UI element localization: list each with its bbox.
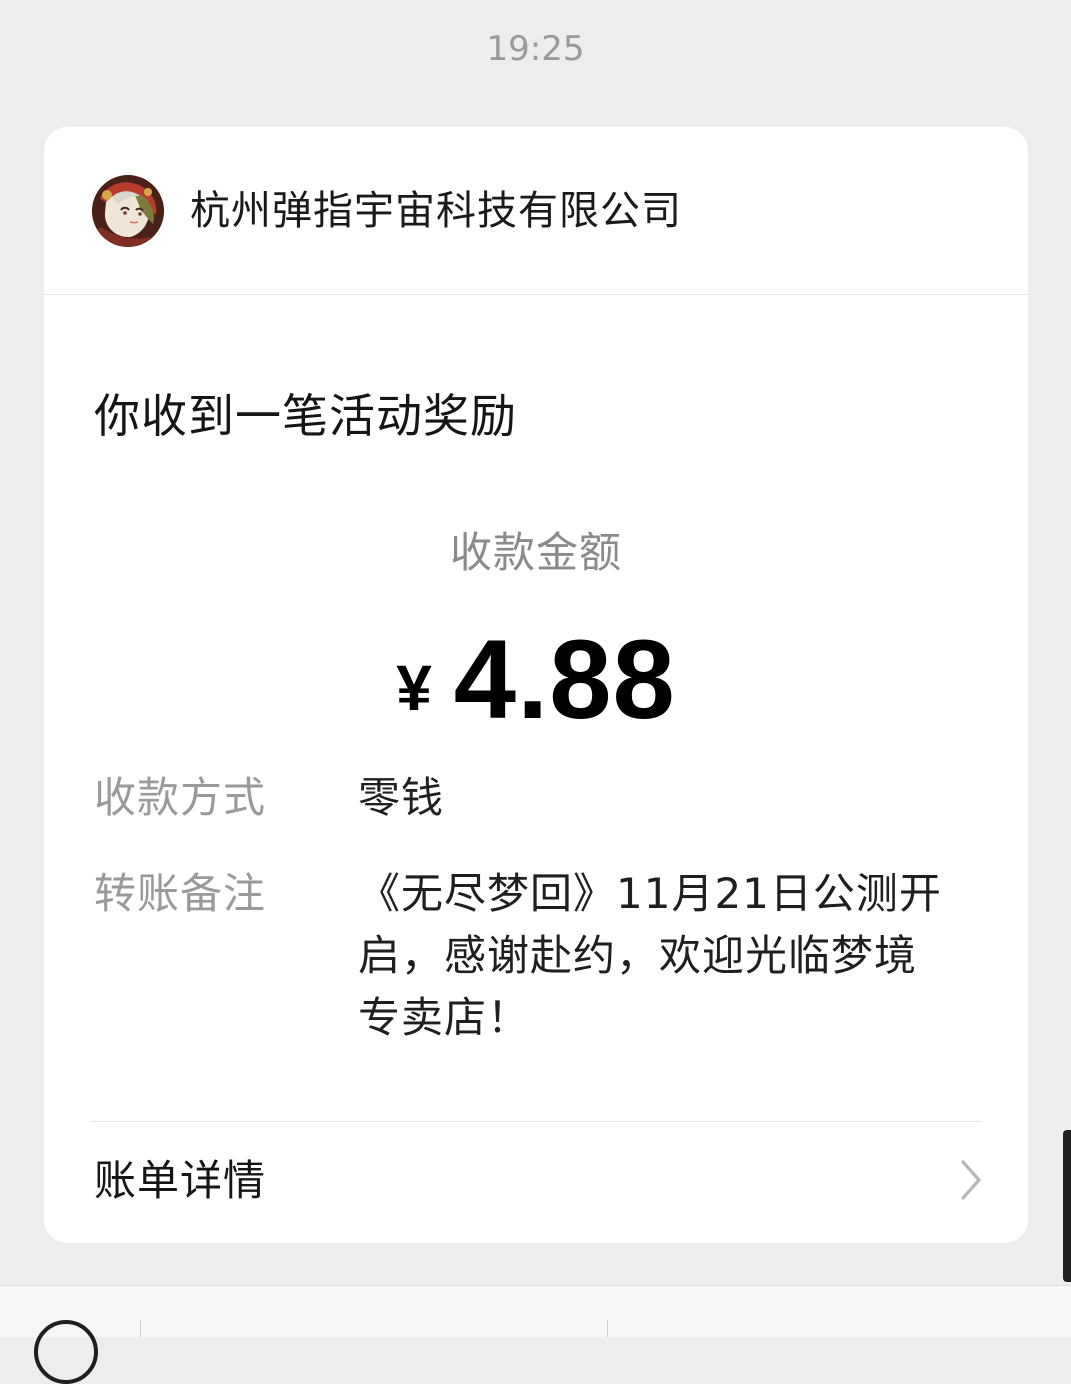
transfer-note-value: 《无尽梦回》11月21日公测开启，感谢赴约，欢迎光临梦境专卖店！ (358, 869, 942, 1042)
merchant-avatar[interactable] (92, 175, 164, 247)
notification-title: 你收到一笔活动奖励 (94, 389, 517, 443)
toolbar-separator-right (607, 1320, 608, 1337)
partial-toolbar-icon[interactable] (34, 1320, 98, 1384)
message-timestamp: 19:25 (486, 29, 585, 69)
bill-detail-label[interactable]: 账单详情 (94, 1150, 266, 1212)
amount-value: 4.88 (453, 617, 676, 742)
payment-method-value: 零钱 (358, 773, 445, 822)
currency-symbol: ¥ (396, 652, 432, 724)
bottom-toolbar (0, 1285, 1071, 1384)
toolbar-separator-left (140, 1320, 141, 1337)
payment-amount: ¥4.88 (44, 621, 1028, 772)
bill-detail-link[interactable]: 账单详情 (44, 1122, 1028, 1243)
page-scrollbar[interactable] (1063, 1130, 1071, 1282)
merchant-name[interactable]: 杭州弹指宇宙科技有限公司 (190, 183, 682, 239)
merchant-header[interactable]: 杭州弹指宇宙科技有限公司 (44, 127, 1028, 295)
chevron-right-icon[interactable] (956, 1158, 986, 1202)
transfer-note-label: 转账备注 (94, 869, 267, 918)
payment-method-label: 收款方式 (94, 773, 267, 822)
payment-notification-card[interactable]: 杭州弹指宇宙科技有限公司 你收到一笔活动奖励 收款金额 ¥4.88 收款方式 零… (44, 127, 1028, 1243)
amount-label: 收款金额 (449, 528, 622, 577)
